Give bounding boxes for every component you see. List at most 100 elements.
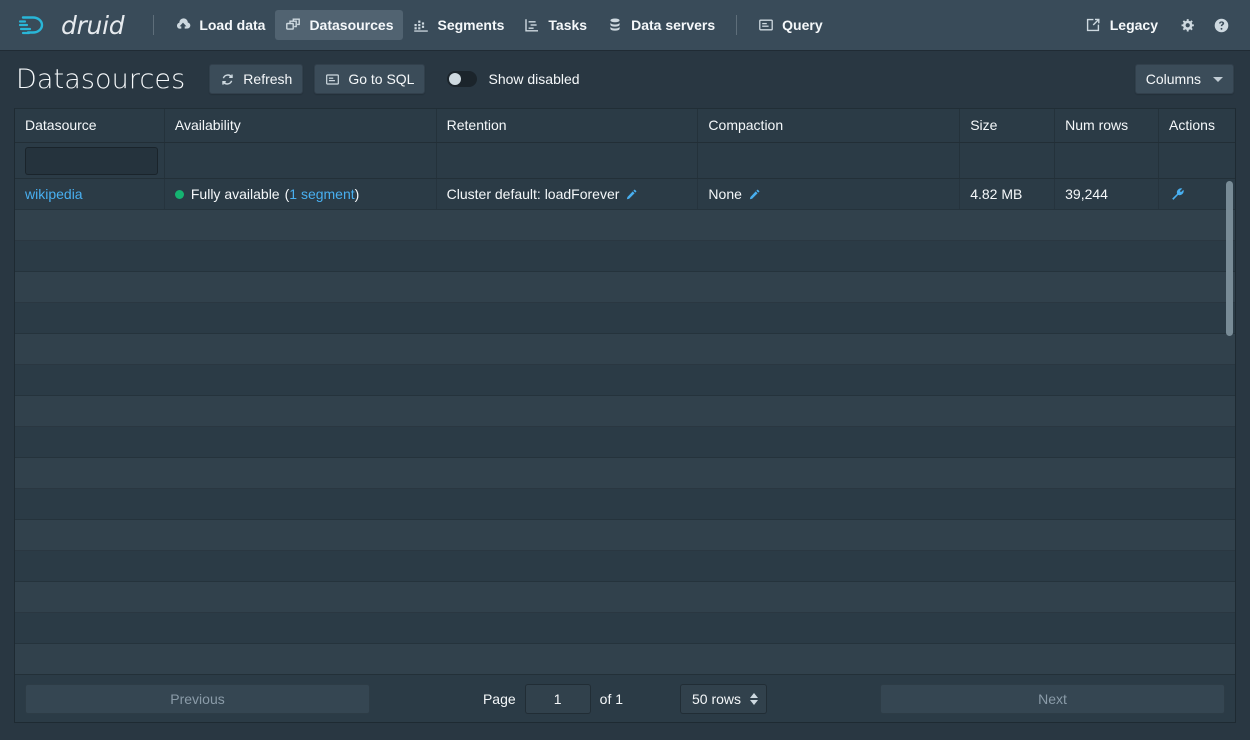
nav-divider-1 (153, 15, 155, 35)
druid-logo-icon (18, 12, 52, 38)
go-to-sql-label: Go to SQL (348, 71, 415, 87)
brand[interactable]: druid (18, 10, 125, 40)
table-filter-row (15, 143, 1235, 179)
stacked-chart-icon (413, 17, 429, 33)
nav-item-label: Load data (199, 17, 266, 33)
cell-compaction: None (698, 179, 961, 209)
table-row-empty (15, 489, 1235, 520)
nav-item-label: Datasources (309, 17, 394, 33)
wrench-icon[interactable] (1169, 186, 1186, 203)
table-row-empty (15, 241, 1235, 272)
table-row-empty (15, 613, 1235, 644)
table-row-empty (15, 334, 1235, 365)
pencil-icon[interactable] (625, 188, 638, 201)
table-row-empty (15, 427, 1235, 458)
nav-divider-2 (736, 15, 738, 35)
double-caret-vertical-icon (750, 692, 759, 705)
next-page-button[interactable]: Next (880, 683, 1225, 714)
show-disabled-toggle[interactable]: Show disabled (447, 71, 580, 87)
nav-items: Load data Datasources Segments Tasks Dat… (165, 10, 832, 40)
cell-retention: Cluster default: loadForever (437, 179, 699, 209)
help-button[interactable] (1206, 10, 1236, 40)
share-external-link-icon (1085, 17, 1101, 33)
brand-label: druid (61, 10, 125, 40)
compaction-value: None (708, 186, 742, 202)
pencil-icon[interactable] (748, 188, 761, 201)
column-header-actions[interactable]: Actions (1159, 109, 1235, 142)
show-disabled-label: Show disabled (488, 71, 580, 87)
columns-button[interactable]: Columns (1134, 64, 1234, 94)
nav-item-label: Segments (437, 17, 505, 33)
filter-cell-availability (165, 143, 437, 178)
nav-item-label: Query (782, 17, 823, 33)
table-row-empty (15, 582, 1235, 613)
column-header-num-rows[interactable]: Num rows (1055, 109, 1160, 142)
cell-datasource: wikipedia (15, 179, 165, 209)
nav-item-tasks[interactable]: Tasks (514, 10, 597, 40)
datasource-filter-input[interactable] (25, 146, 158, 175)
table-row-empty (15, 551, 1235, 582)
paren-close: ) (354, 186, 360, 202)
column-header-size[interactable]: Size (960, 109, 1056, 142)
availability-status-dot (174, 189, 184, 199)
pagination-bar: Previous Page of 1 50 rows Next (15, 674, 1235, 722)
page-title: Datasources (16, 63, 186, 95)
refresh-label: Refresh (243, 71, 293, 87)
filter-cell-size (960, 143, 1056, 178)
nav-item-datasources[interactable]: Datasources (275, 10, 404, 40)
help-circle-icon (1213, 17, 1230, 34)
table-row-empty (15, 272, 1235, 303)
cell-availability: Fully available ( 1 segment ) (165, 179, 437, 209)
nav-item-load-data[interactable]: Load data (165, 10, 275, 40)
cell-actions (1159, 179, 1235, 209)
table-row-empty (15, 396, 1235, 427)
nav-item-legacy[interactable]: Legacy (1075, 10, 1168, 40)
table-header-row: Datasource Availability Retention Compac… (15, 109, 1235, 143)
datasource-link[interactable]: wikipedia (25, 186, 83, 202)
application-icon (758, 17, 774, 33)
top-navbar: druid Load data Datasources Segments Tas… (0, 0, 1250, 50)
multi-select-icon (285, 17, 301, 33)
table-row-empty (15, 365, 1235, 396)
filter-cell-compaction (698, 143, 961, 178)
cloud-upload-icon (175, 17, 191, 33)
rows-per-page-select[interactable]: 50 rows (680, 683, 768, 714)
table-row-empty (15, 520, 1235, 551)
filter-cell-retention (437, 143, 699, 178)
refresh-button[interactable]: Refresh (209, 64, 304, 94)
table-body: wikipedia Fully available ( 1 segment ) … (15, 179, 1235, 674)
filter-cell-datasource (15, 143, 165, 178)
nav-item-segments[interactable]: Segments (403, 10, 514, 40)
rows-per-page-label: 50 rows (692, 690, 742, 707)
nav-item-label: Data servers (631, 17, 716, 33)
database-icon (607, 17, 623, 33)
column-header-retention[interactable]: Retention (437, 109, 699, 142)
nav-item-label: Legacy (1109, 17, 1158, 33)
application-icon (325, 72, 340, 87)
previous-page-button[interactable]: Previous (25, 683, 370, 714)
table-row-empty (15, 458, 1235, 489)
columns-label: Columns (1145, 71, 1201, 87)
toggle-switch[interactable] (447, 71, 478, 87)
gantt-chart-icon (524, 17, 540, 33)
refresh-icon (220, 72, 235, 87)
nav-item-label: Tasks (548, 17, 588, 33)
column-header-availability[interactable]: Availability (165, 109, 437, 142)
go-to-sql-button[interactable]: Go to SQL (314, 64, 426, 94)
chevron-down-icon (1213, 76, 1223, 82)
segments-link[interactable]: 1 segment (289, 186, 354, 202)
page-label: Page (482, 690, 516, 707)
table-row-empty (15, 644, 1235, 674)
table-row[interactable]: wikipedia Fully available ( 1 segment ) … (15, 179, 1235, 210)
filter-cell-num-rows (1055, 143, 1160, 178)
settings-button[interactable] (1172, 10, 1202, 40)
table-row-empty (15, 210, 1235, 241)
cell-size: 4.82 MB (960, 179, 1056, 209)
nav-item-data-servers[interactable]: Data servers (597, 10, 725, 40)
nav-item-query[interactable]: Query (748, 10, 832, 40)
column-header-compaction[interactable]: Compaction (698, 109, 961, 142)
total-pages-label: of 1 (599, 690, 624, 707)
page-number-input[interactable] (524, 683, 591, 714)
column-header-datasource[interactable]: Datasource (15, 109, 165, 142)
retention-value: Cluster default: loadForever (446, 186, 620, 202)
